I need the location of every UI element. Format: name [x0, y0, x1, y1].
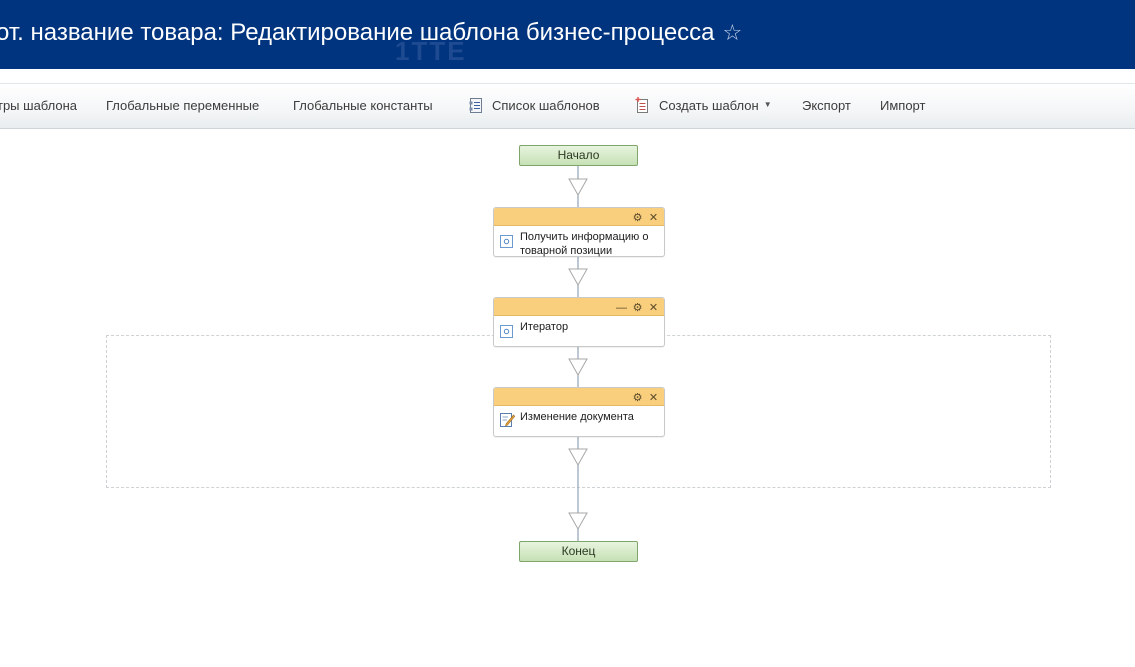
drop-arrow-icon[interactable] [568, 512, 588, 531]
activity-body: Получить информацию о товарной позиции [494, 226, 664, 257]
collapse-icon[interactable]: — [615, 300, 628, 317]
close-icon[interactable]: ✕ [647, 300, 660, 317]
workflow-canvas: Начало ⚙ ✕ Получить информацию о товарной… [0, 128, 1135, 667]
import-button[interactable]: Импорт [880, 84, 925, 128]
toolbar-item-label: Глобальные переменные [106, 98, 260, 113]
close-icon[interactable]: ✕ [647, 210, 660, 227]
gear-icon[interactable]: ⚙ [631, 210, 644, 227]
activity-header: ⚙ ✕ [494, 388, 664, 406]
end-node[interactable]: Конец [519, 541, 638, 562]
activity-controls: ⚙ ✕ [628, 208, 660, 225]
page-header: 1ТТЕ от. название товара: Редактирование… [0, 0, 1135, 69]
gear-icon[interactable]: ⚙ [631, 390, 644, 407]
template-parameters-button[interactable]: тры шаблона [0, 84, 77, 128]
activity-body: Итератор [494, 316, 664, 346]
drop-arrow-icon[interactable] [568, 268, 588, 287]
activity-label: Получить информацию о товарной позиции [520, 231, 649, 257]
toolbar-item-label: Экспорт [802, 98, 851, 113]
activity-iterator[interactable]: — ⚙ ✕ Итератор [493, 297, 665, 347]
create-template-button[interactable]: Создать шаблон ▼ [635, 84, 772, 128]
template-list-button[interactable]: Список шаблонов [469, 84, 600, 128]
toolbar-item-label: Глобальные константы [293, 98, 433, 113]
global-constants-button[interactable]: Глобальные константы [293, 84, 433, 128]
toolbar: тры шаблона Глобальные переменные Глобал… [0, 83, 1135, 129]
gear-icon[interactable]: ⚙ [631, 300, 644, 317]
drop-arrow-icon[interactable] [568, 178, 588, 197]
activity-label: Изменение документа [520, 411, 634, 423]
global-variables-button[interactable]: Глобальные переменные [106, 84, 259, 128]
chevron-down-icon: ▼ [763, 100, 772, 110]
drop-arrow-icon[interactable] [568, 448, 588, 467]
toolbar-item-label: Импорт [880, 98, 926, 113]
activity-get-product-info[interactable]: ⚙ ✕ Получить информацию о товарной позици… [493, 207, 665, 257]
create-template-icon [635, 97, 648, 114]
activity-label: Итератор [520, 321, 569, 333]
page-title: от. название товара: Редактирование шабл… [0, 16, 742, 50]
activity-body: Изменение документа [494, 406, 664, 436]
activity-controls: — ⚙ ✕ [612, 298, 660, 315]
export-button[interactable]: Экспорт [802, 84, 851, 128]
start-node[interactable]: Начало [519, 145, 638, 166]
toolbar-item-label: Создать шаблон [659, 98, 759, 113]
activity-header: — ⚙ ✕ [494, 298, 664, 316]
close-icon[interactable]: ✕ [647, 390, 660, 407]
toolbar-item-label: тры шаблона [0, 98, 78, 113]
toolbar-item-label: Список шаблонов [492, 98, 600, 113]
activity-controls: ⚙ ✕ [628, 388, 660, 405]
edit-document-icon [500, 413, 515, 427]
activity-icon [500, 325, 513, 338]
activity-icon [500, 235, 513, 248]
activity-header: ⚙ ✕ [494, 208, 664, 226]
page-title-text: от. название товара: Редактирование шабл… [0, 19, 715, 46]
drop-arrow-icon[interactable] [568, 358, 588, 377]
template-list-icon [469, 97, 482, 113]
activity-change-document[interactable]: ⚙ ✕ Изменение документа [493, 387, 665, 437]
favorite-star-icon[interactable]: ☆ [723, 16, 743, 50]
